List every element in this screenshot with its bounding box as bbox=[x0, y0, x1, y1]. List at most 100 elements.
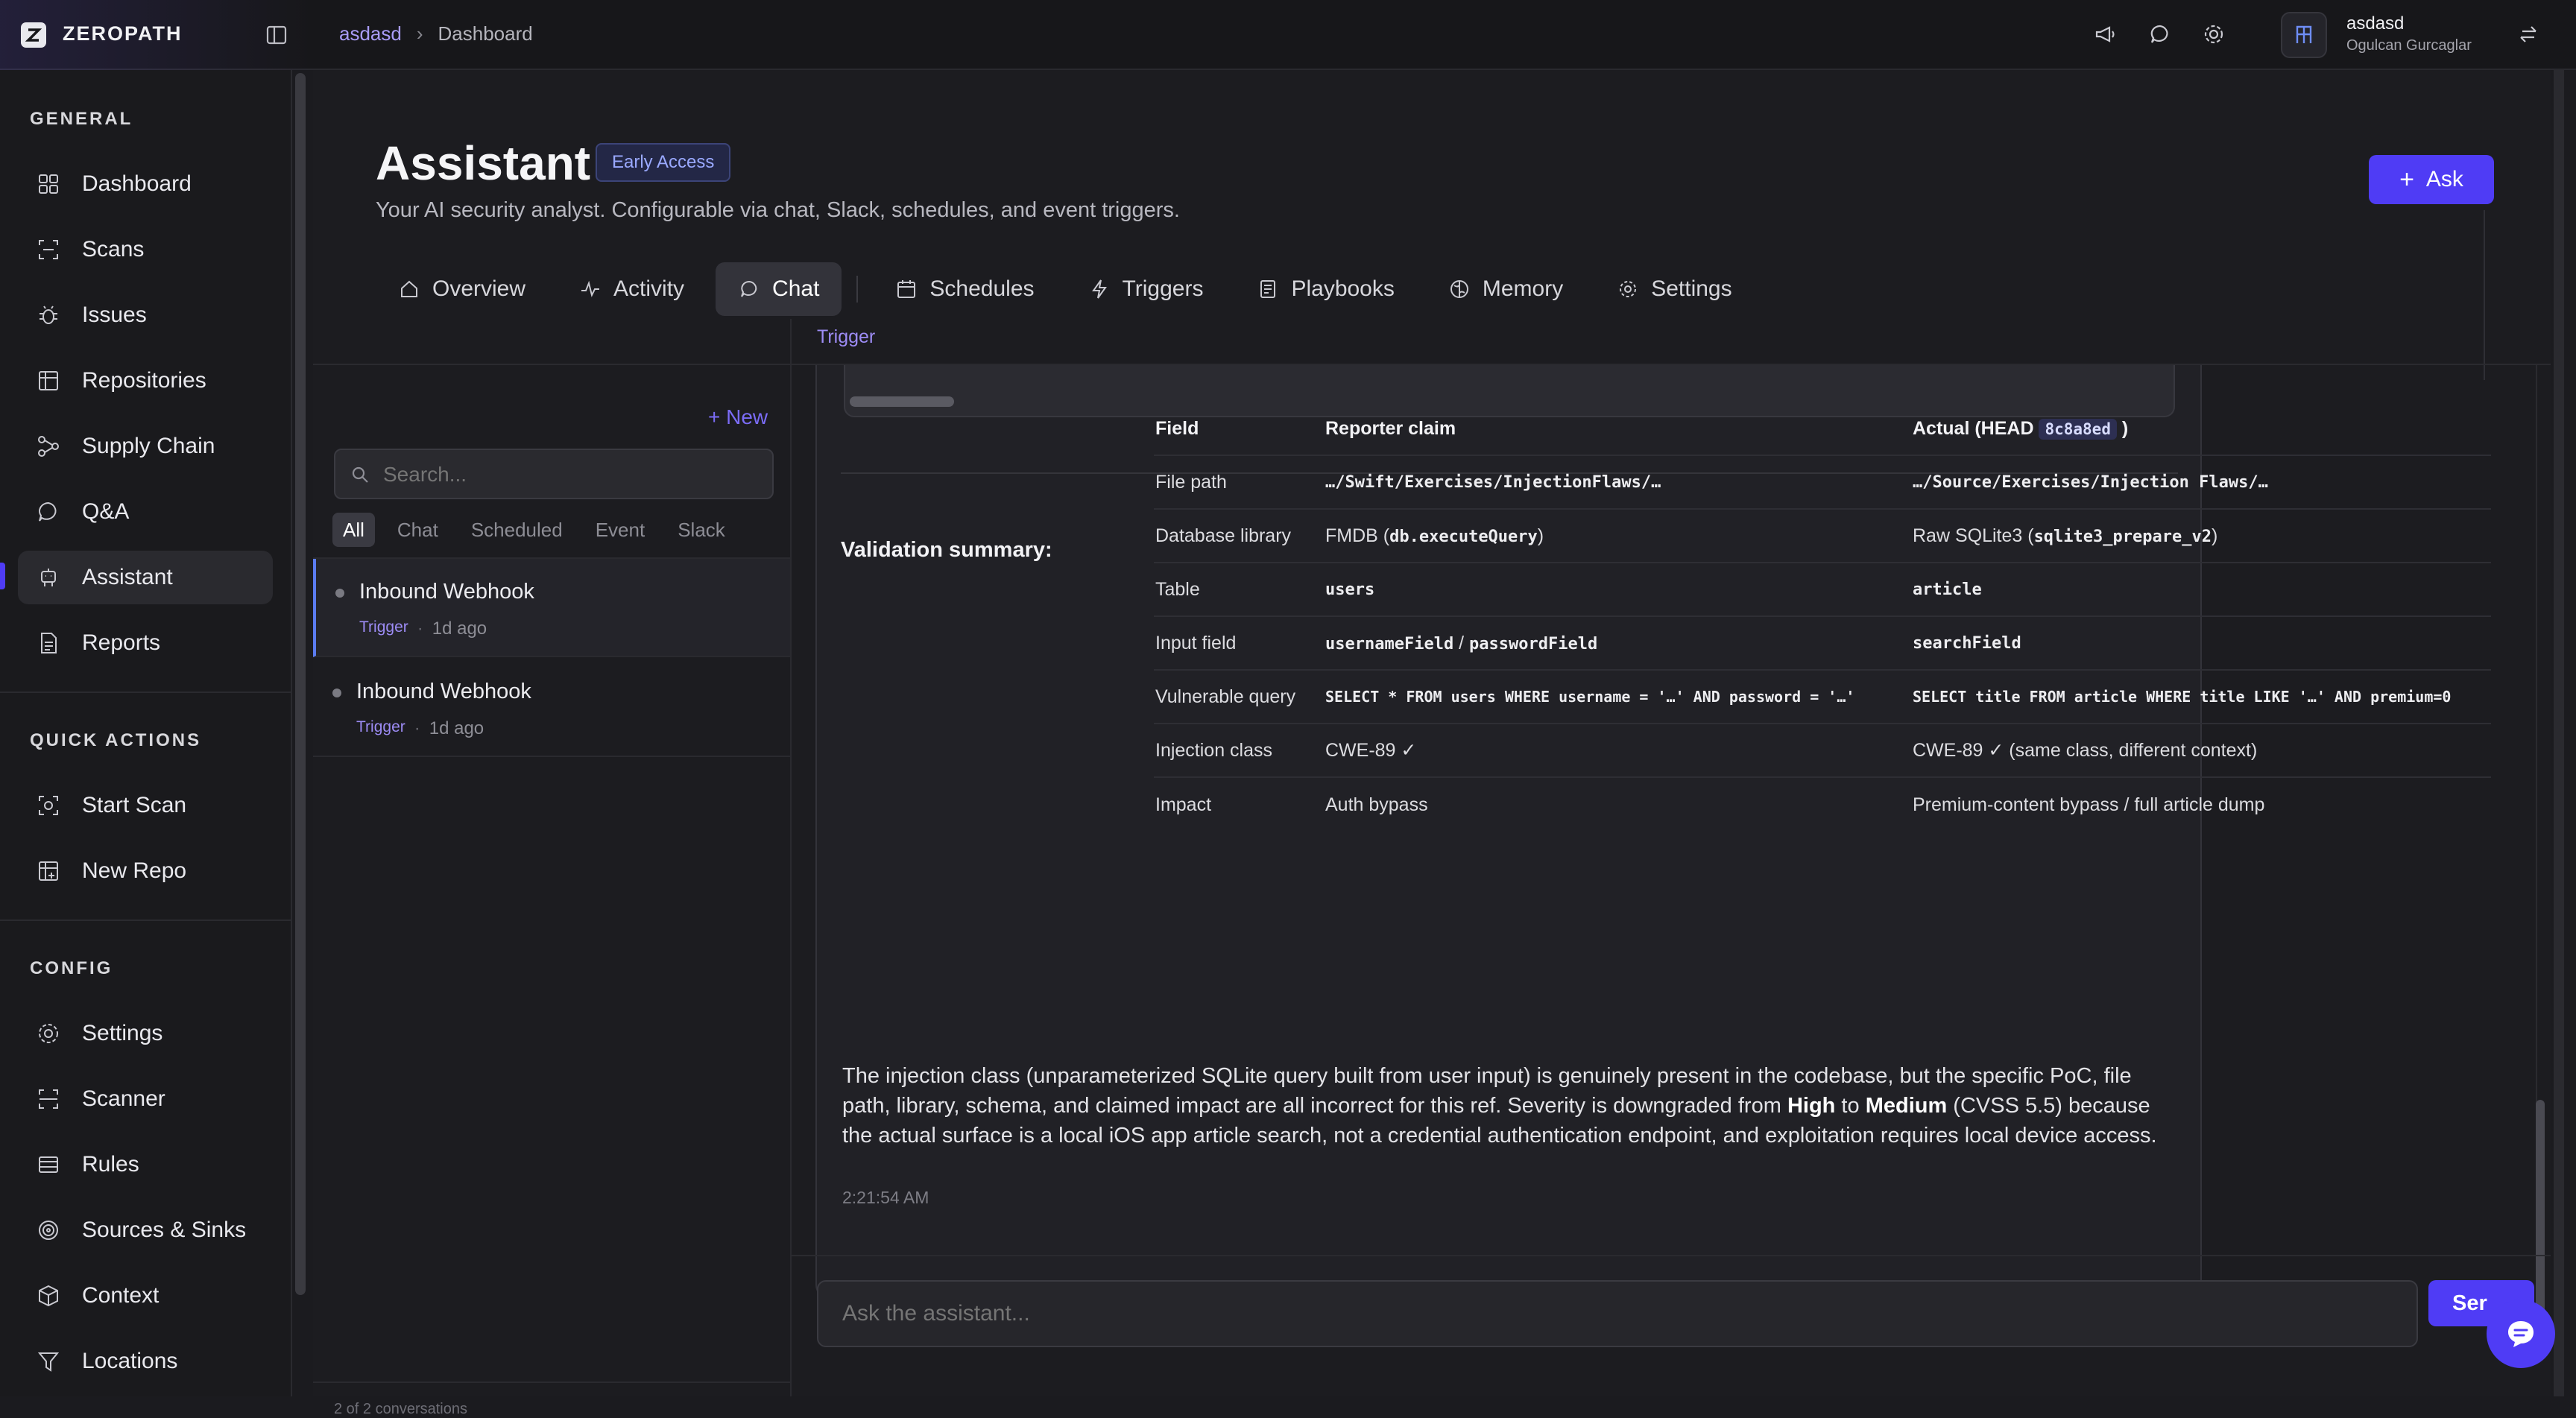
sidebar-item-issues[interactable]: Issues bbox=[18, 288, 273, 342]
header-field: Field bbox=[1155, 417, 1199, 439]
sidebar-item-label: Reports bbox=[82, 630, 161, 655]
chevron-right-icon: › bbox=[416, 22, 423, 45]
cell-code: db.executeQuery bbox=[1389, 527, 1538, 546]
conversation-count: 2 of 2 conversations bbox=[334, 1401, 467, 1417]
filter-event[interactable]: Event bbox=[585, 513, 656, 547]
cell-reporter: SELECT * FROM users WHERE username = '…'… bbox=[1325, 688, 1855, 706]
table-row: Vulnerable query SELECT * FROM users WHE… bbox=[1154, 671, 2491, 724]
message-timestamp: 2:21:54 AM bbox=[842, 1188, 929, 1207]
sidebar-item-qa[interactable]: Q&A bbox=[18, 485, 273, 539]
sidebar-item-label: Dashboard bbox=[82, 171, 192, 196]
bug-icon bbox=[36, 303, 61, 328]
user-name: Ogulcan Gurcaglar bbox=[2346, 37, 2472, 54]
tab-triggers[interactable]: Triggers bbox=[1066, 262, 1226, 316]
breadcrumb-org[interactable]: asdasd bbox=[339, 22, 402, 45]
table-row: Impact Auth bypass Premium-content bypas… bbox=[1154, 778, 2491, 832]
announcement-icon[interactable] bbox=[2093, 22, 2117, 46]
conversation-title: Inbound Webhook bbox=[359, 580, 534, 604]
tab-label: Activity bbox=[613, 276, 685, 301]
table-icon bbox=[36, 368, 61, 393]
bot-icon bbox=[36, 565, 61, 590]
cell-field: File path bbox=[1155, 471, 1227, 493]
conversation-search[interactable] bbox=[334, 449, 774, 499]
cell-field: Input field bbox=[1155, 632, 1237, 653]
new-conversation-button[interactable]: + New bbox=[708, 405, 768, 429]
feedback-icon[interactable] bbox=[2148, 22, 2172, 46]
search-input[interactable] bbox=[382, 458, 757, 492]
tab-label: Overview bbox=[432, 276, 526, 301]
conversation-title: Inbound Webhook bbox=[356, 680, 531, 703]
tab-separator bbox=[856, 276, 859, 303]
filter-all[interactable]: All bbox=[332, 513, 375, 547]
assistant-input[interactable] bbox=[817, 1280, 2418, 1347]
sidebar-item-dashboard[interactable]: Dashboard bbox=[18, 157, 273, 211]
tab-memory[interactable]: Memory bbox=[1426, 262, 1585, 316]
breadcrumb-page[interactable]: Dashboard bbox=[438, 22, 533, 45]
conversation-time: 1d ago bbox=[432, 618, 487, 639]
sidebar-scrollbar[interactable] bbox=[295, 73, 306, 1295]
sidebar-item-label: Start Scan bbox=[82, 793, 187, 817]
cell-field: Injection class bbox=[1155, 739, 1273, 761]
gear-icon[interactable] bbox=[2202, 22, 2226, 46]
ask-button[interactable]: + Ask bbox=[2369, 155, 2494, 204]
tab-schedules[interactable]: Schedules bbox=[873, 262, 1056, 316]
sidebar-item-reports[interactable]: Reports bbox=[18, 616, 273, 670]
filter-chat[interactable]: Chat bbox=[387, 513, 449, 547]
search-icon bbox=[352, 466, 368, 483]
tab-label: Playbooks bbox=[1291, 276, 1395, 301]
status-dot bbox=[332, 689, 341, 697]
top-bar: ZEROPATH asdasd › Dashboard asdasd Ogulc… bbox=[0, 0, 2576, 70]
cell-reporter: Auth bypass bbox=[1325, 794, 1428, 815]
switch-icon[interactable] bbox=[2516, 22, 2540, 46]
cell-reporter: users bbox=[1325, 580, 1375, 599]
severity-to: Medium bbox=[1865, 1094, 1948, 1118]
sidebar-toggle-icon[interactable] bbox=[265, 24, 288, 46]
sidebar-item-assistant[interactable]: Assistant bbox=[18, 551, 273, 604]
table-row: Input field usernameField / passwordFiel… bbox=[1154, 617, 2491, 671]
tab-playbooks[interactable]: Playbooks bbox=[1234, 262, 1416, 316]
sidebar-item-supply-chain[interactable]: Supply Chain bbox=[18, 420, 273, 473]
filter-scheduled[interactable]: Scheduled bbox=[461, 513, 573, 547]
conversation-item[interactable]: Inbound Webhook Trigger · 1d ago bbox=[313, 559, 790, 657]
cell-actual: …/Source/Exercises/Injection Flaws/… bbox=[1913, 472, 2268, 492]
sidebar-item-label: Settings bbox=[82, 1021, 163, 1045]
cell-field: Vulnerable query bbox=[1155, 686, 1296, 707]
sidebar-item-sources-sinks[interactable]: Sources & Sinks bbox=[18, 1203, 273, 1257]
chat-scrollbar[interactable] bbox=[2536, 1100, 2545, 1323]
filter-slack[interactable]: Slack bbox=[667, 513, 736, 547]
cell-actual: Premium-content bypass / full article du… bbox=[1913, 794, 2265, 815]
sidebar-item-start-scan[interactable]: Start Scan bbox=[18, 779, 273, 832]
code-scrollbar[interactable] bbox=[850, 396, 954, 407]
sidebar-item-label: Assistant bbox=[82, 565, 173, 589]
active-indicator bbox=[0, 563, 5, 589]
tab-chat[interactable]: Chat bbox=[716, 262, 842, 316]
user-avatar[interactable] bbox=[2281, 12, 2327, 58]
header-actual: Actual (HEAD 8c8a8ed ) bbox=[1913, 418, 2128, 440]
cell-text: / bbox=[1453, 632, 1470, 653]
main-content: Assistant Early Access Your AI security … bbox=[313, 70, 2551, 1417]
sidebar-item-repositories[interactable]: Repositories bbox=[18, 354, 273, 408]
cell-actual: SELECT title FROM article WHERE title LI… bbox=[1913, 688, 2452, 706]
support-chat-button[interactable] bbox=[2487, 1300, 2555, 1368]
section-title-quick-actions: QUICK ACTIONS bbox=[30, 730, 202, 750]
section-title-config: CONFIG bbox=[30, 958, 113, 978]
sidebar-item-rules[interactable]: Rules bbox=[18, 1138, 273, 1191]
sidebar-item-new-repo[interactable]: New Repo bbox=[18, 844, 273, 898]
conversation-item[interactable]: Inbound Webhook Trigger · 1d ago bbox=[313, 659, 790, 757]
tab-activity[interactable]: Activity bbox=[557, 262, 707, 316]
send-label: Ser bbox=[2452, 1291, 2487, 1315]
tab-overview[interactable]: Overview bbox=[376, 262, 548, 316]
cell-text: Raw SQLite3 ( bbox=[1913, 525, 2034, 546]
sidebar-item-label: Supply Chain bbox=[82, 434, 215, 458]
sidebar-item-locations[interactable]: Locations bbox=[18, 1335, 273, 1388]
page-scrollbar[interactable] bbox=[2554, 70, 2564, 1396]
sidebar-item-label: Issues bbox=[82, 303, 147, 327]
page-title: Assistant bbox=[376, 136, 591, 190]
conversation-meta: Trigger · 1d ago bbox=[359, 618, 487, 639]
sidebar-item-settings[interactable]: Settings bbox=[18, 1007, 273, 1060]
sidebar-item-context[interactable]: Context bbox=[18, 1269, 273, 1323]
box-icon bbox=[36, 1283, 61, 1308]
sidebar-item-scans[interactable]: Scans bbox=[18, 223, 273, 276]
tab-settings[interactable]: Settings bbox=[1594, 262, 1754, 316]
sidebar-item-scanner[interactable]: Scanner bbox=[18, 1072, 273, 1126]
